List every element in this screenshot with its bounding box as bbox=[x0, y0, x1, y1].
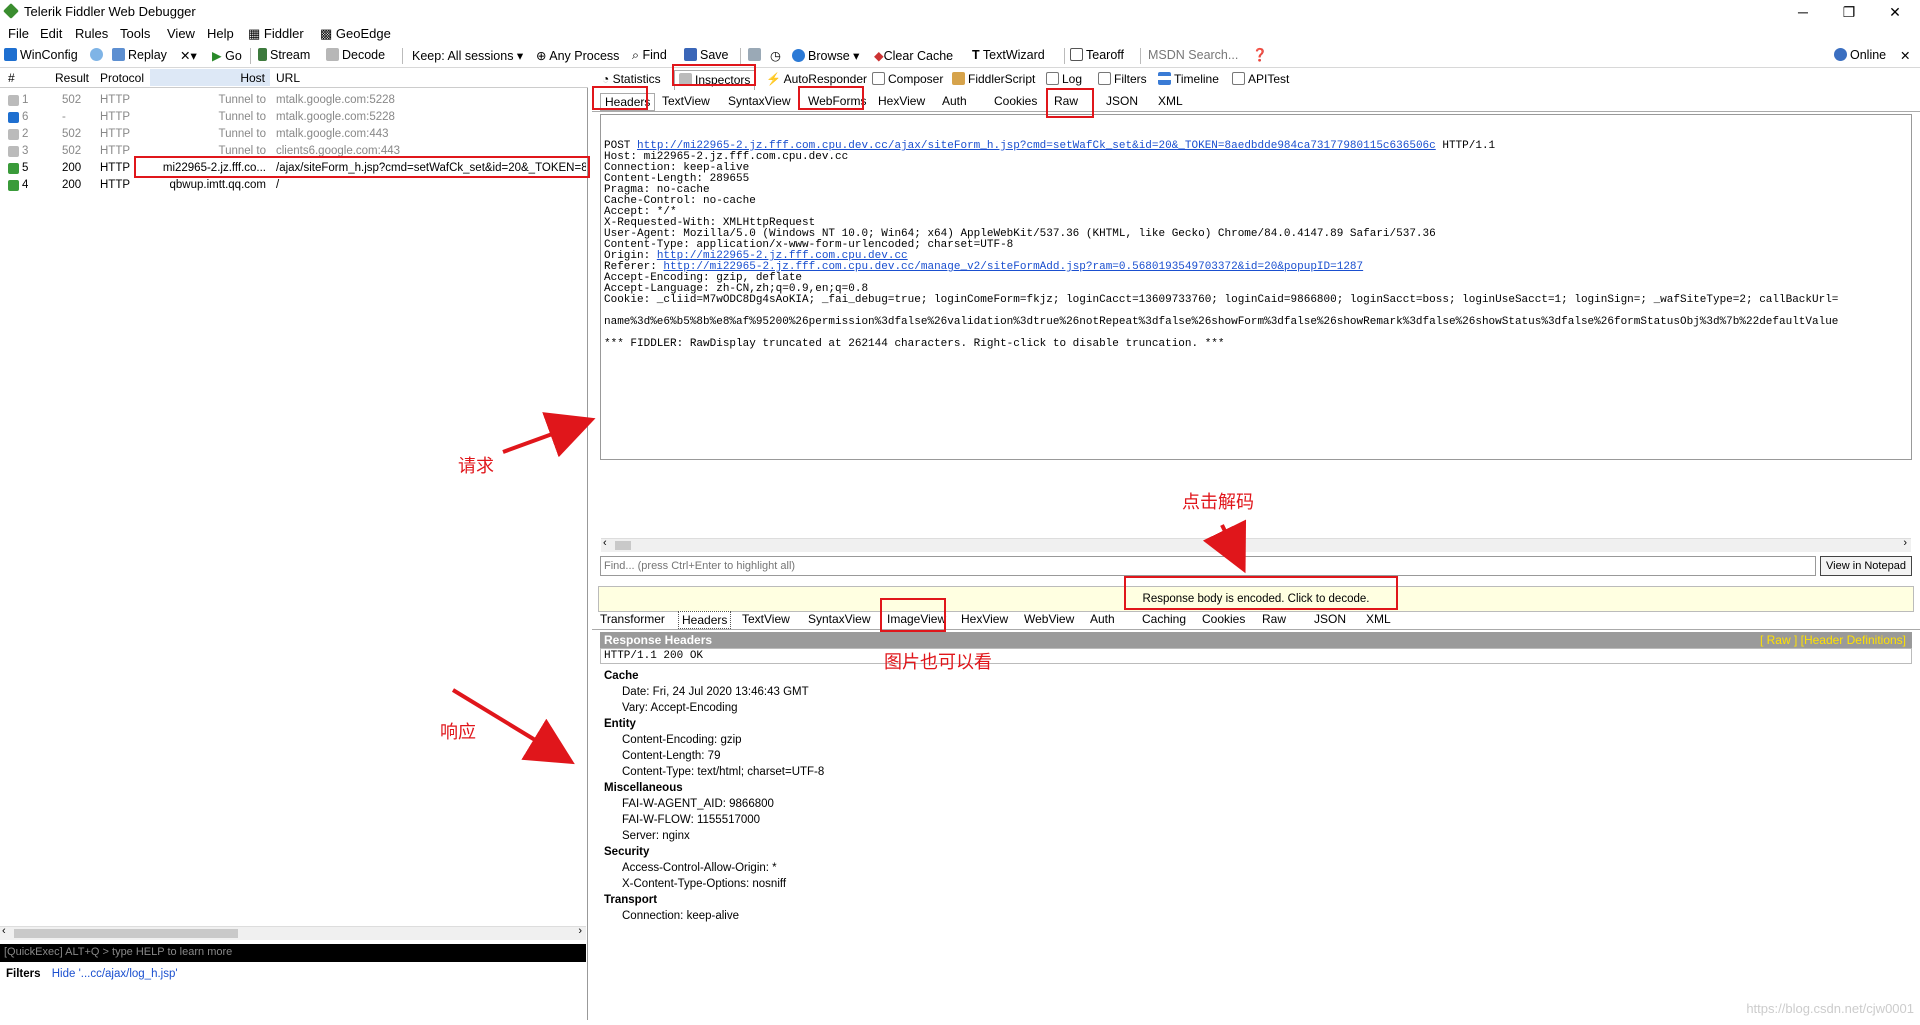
annotation-imageview: 图片也可以看 bbox=[884, 652, 992, 672]
request-arrow bbox=[502, 412, 596, 458]
decode-arrow bbox=[1202, 519, 1247, 574]
annotation-request: 请求 bbox=[458, 456, 494, 476]
annotation-decode: 点击解码 bbox=[1182, 492, 1254, 512]
annotation-response: 响应 bbox=[440, 722, 476, 742]
annotation-arrows bbox=[451, 412, 1247, 765]
